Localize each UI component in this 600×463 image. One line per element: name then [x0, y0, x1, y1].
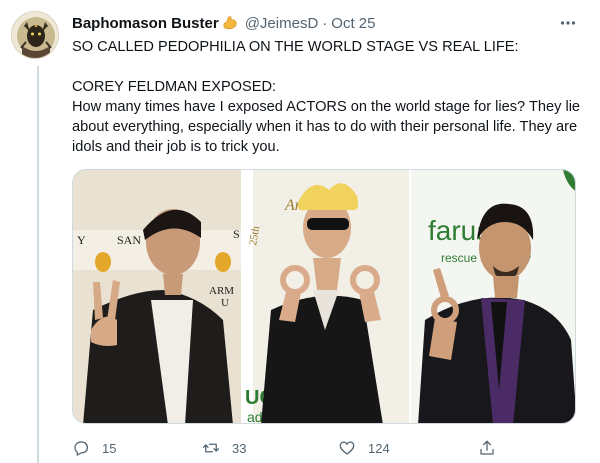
- separator-dot: ·: [322, 14, 328, 32]
- tweet: Baphomason Buster @JeimesD · Oct 25 SO C…: [0, 0, 600, 463]
- collage-image: Y SAN S ARM U An 25th UC ad faruary resc…: [73, 170, 575, 424]
- tweet-header: Baphomason Buster @JeimesD · Oct 25: [72, 13, 375, 33]
- sign-text: S: [233, 227, 240, 241]
- tweet-date[interactable]: Oct 25: [331, 15, 375, 32]
- reply-count: 15: [102, 440, 117, 456]
- tweet-actions: 15 33 124: [72, 437, 592, 459]
- reply-button[interactable]: 15: [72, 437, 116, 459]
- thread-line: [37, 66, 39, 463]
- sign-text: ARM: [209, 285, 234, 297]
- share-icon: [480, 440, 494, 455]
- tweet-photo[interactable]: Y SAN S ARM U An 25th UC ad faruary resc…: [72, 169, 576, 424]
- author-display-name[interactable]: Baphomason Buster: [72, 15, 219, 32]
- retweet-button[interactable]: 33: [202, 437, 246, 459]
- tweet-text-line: SO CALLED PEDOPHILIA ON THE WORLD STAGE …: [72, 39, 519, 55]
- sign-text: SAN: [117, 233, 141, 247]
- photo-panel-1: Y SAN S ARM U: [73, 170, 241, 423]
- baphomet-avatar-icon: [12, 12, 58, 58]
- photo-panel-3: faruary rescue advocacy: [411, 170, 575, 423]
- more-options-button[interactable]: [556, 11, 580, 35]
- tweet-text: SO CALLED PEDOPHILIA ON THE WORLD STAGE …: [72, 37, 582, 157]
- sign-text: ad: [247, 409, 263, 424]
- like-button[interactable]: 124: [338, 437, 390, 459]
- author-avatar[interactable]: [11, 11, 59, 59]
- tweet-text-paragraph: How many times have I exposed ACTORS on …: [72, 99, 585, 155]
- tweet-text-line: COREY FELDMAN EXPOSED:: [72, 79, 277, 95]
- flexed-biceps-icon: [221, 14, 239, 32]
- share-button[interactable]: [478, 437, 496, 459]
- heart-icon: [339, 441, 355, 455]
- reply-icon: [74, 441, 89, 456]
- retweet-icon: [202, 443, 220, 453]
- sign-text: U: [221, 297, 229, 309]
- more-dots-icon: [560, 21, 576, 25]
- author-handle[interactable]: @JeimesD: [245, 15, 319, 32]
- photo-panel-2: An 25th UC ad: [243, 170, 409, 424]
- sign-text: Y: [77, 233, 86, 247]
- retweet-count: 33: [232, 440, 247, 456]
- like-count: 124: [368, 440, 390, 456]
